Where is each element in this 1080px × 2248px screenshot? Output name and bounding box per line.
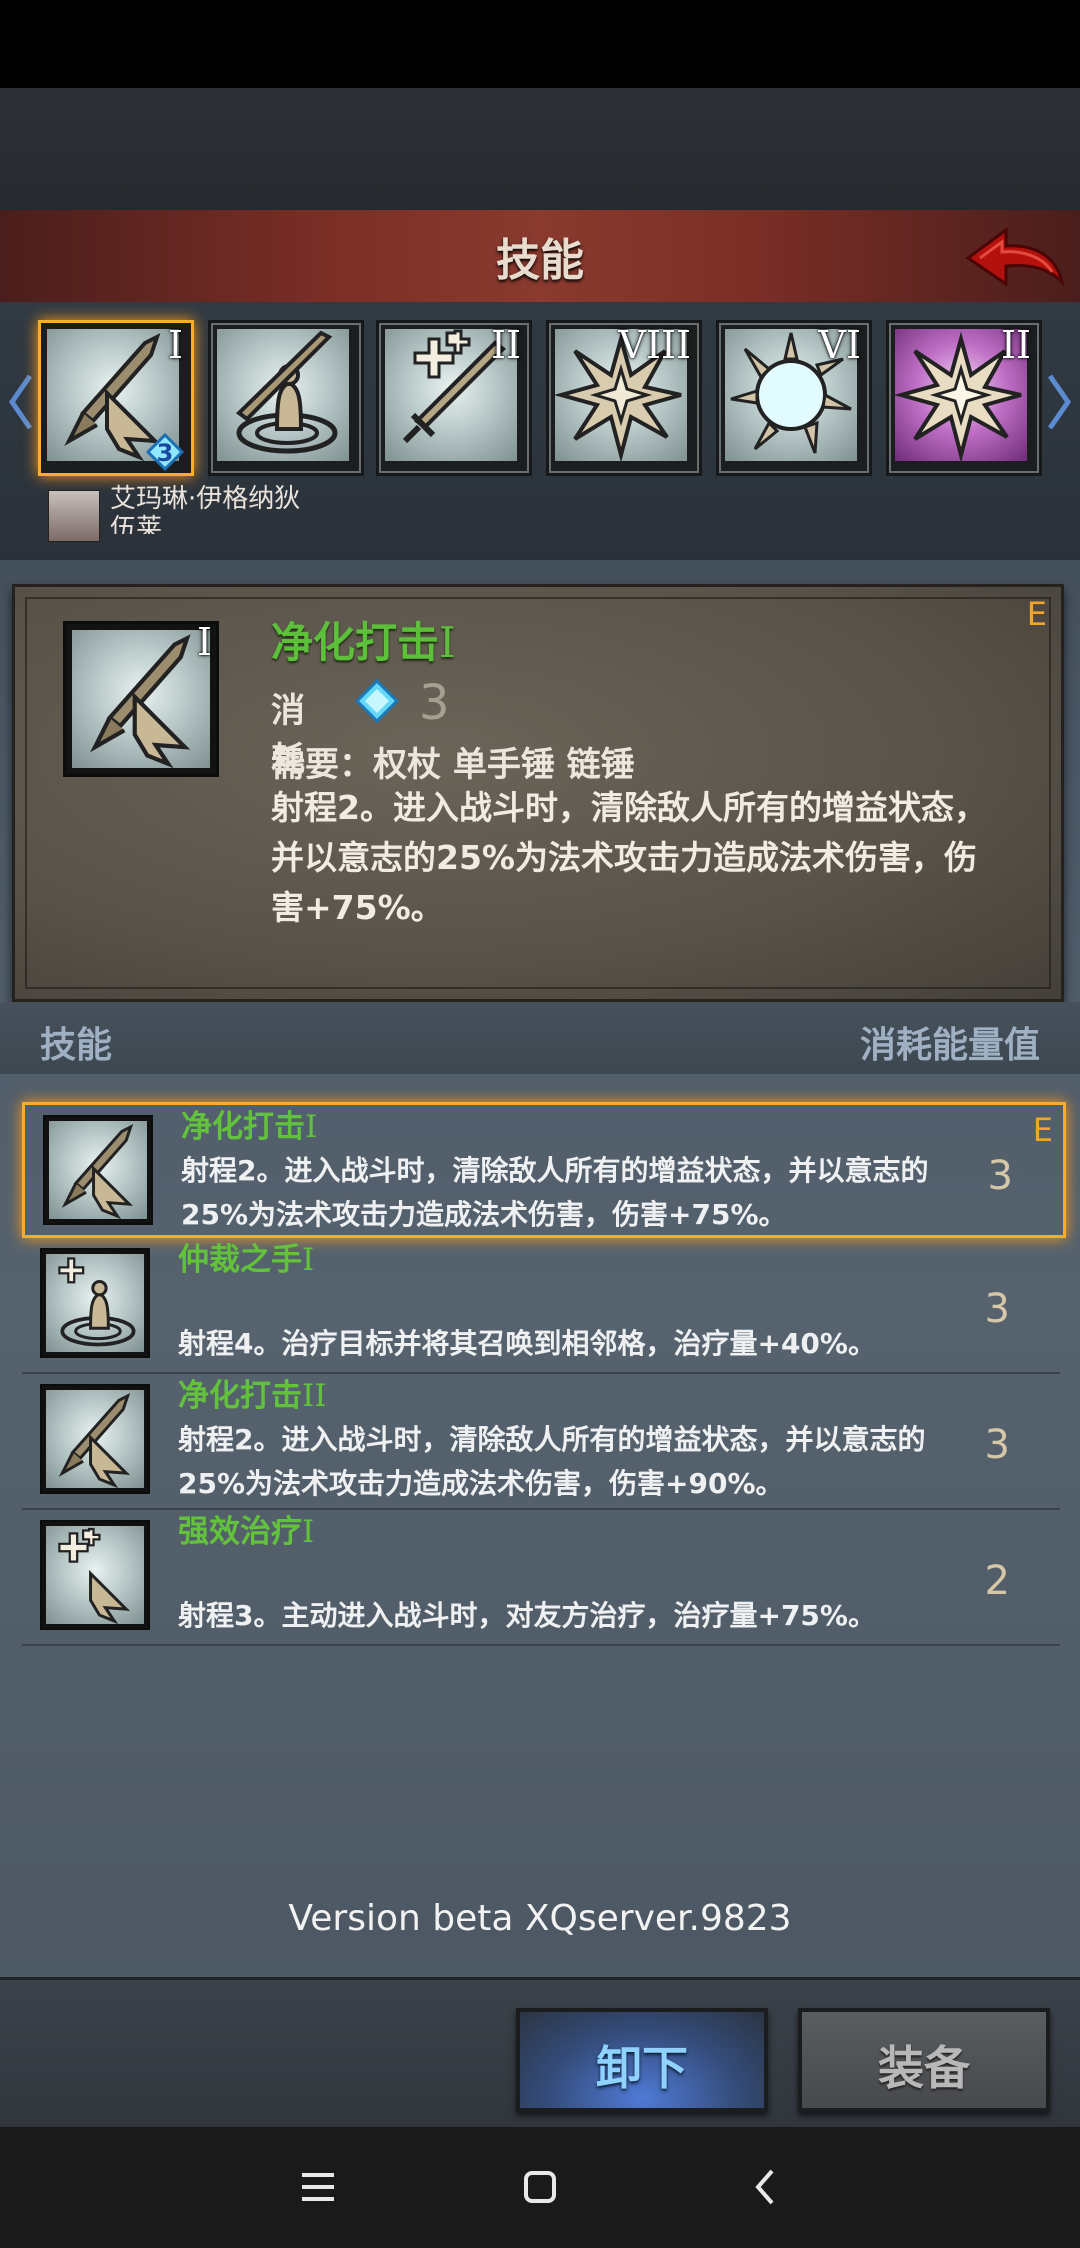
skill-row[interactable]: 净化打击I E 射程2。进入战斗时，清除敌人所有的增益状态，并以意志的25%为法… xyxy=(22,1102,1066,1238)
skill-row[interactable]: 净化打击II 射程2。进入战斗时，清除敌人所有的增益状态，并以意志的25%为法术… xyxy=(22,1374,1060,1510)
detail-description: 射程2。进入战斗时，清除敌人所有的增益状态，并以意志的25%为法术攻击力造成法术… xyxy=(271,788,987,927)
menu-icon[interactable] xyxy=(288,2157,348,2217)
slot-tier: VIII xyxy=(618,323,691,367)
cost-badge-value: 3 xyxy=(156,439,174,467)
skill-slot-bar: I 3 II VIII VI II 艾玛琳·伊格纳狄 伍莱 xyxy=(0,302,1080,560)
skill-row-name: 仲裁之手I xyxy=(178,1242,315,1278)
skill-row-name: 强效治疗I xyxy=(178,1514,315,1550)
hand-summon-icon xyxy=(40,1248,150,1358)
skill-row-cost: 2 xyxy=(984,1558,1010,1604)
skill-row-cost: 3 xyxy=(987,1153,1013,1199)
detail-skill-name: 净化打击I xyxy=(271,618,456,667)
back-icon[interactable] xyxy=(736,2157,796,2217)
skill-slot-2[interactable] xyxy=(208,320,364,476)
cost-value: 3 xyxy=(419,675,450,731)
energy-gem-icon xyxy=(354,678,400,724)
detail-skill-icon: I xyxy=(63,620,219,777)
scroll-right-icon[interactable] xyxy=(1046,372,1072,432)
slot-tier: II xyxy=(490,323,521,367)
header-cost-label: 消耗能量值 xyxy=(859,1025,1040,1066)
requirement-text: 需要：权杖 单手锤 链锤 xyxy=(271,745,635,785)
skill-row[interactable]: 仲裁之手I 射程4。治疗目标并将其召唤到相邻格，治疗量+40%。 3 xyxy=(22,1238,1060,1374)
skill-row-desc: 射程2。进入战斗时，清除敌人所有的增益状态，并以意志的25%为法术攻击力造成法术… xyxy=(178,1423,926,1500)
skill-row-desc: 射程3。主动进入战斗时，对友方治疗，治疗量+75%。 xyxy=(178,1599,876,1632)
main-panel: I 3 II VIII VI II 艾玛琳·伊格纳狄 伍莱 I 净化打击I E … xyxy=(0,302,1080,2130)
detail-grade: E xyxy=(1026,595,1047,633)
title-bar: 技能 xyxy=(0,210,1080,305)
header-skill-label: 技能 xyxy=(40,1025,113,1066)
cross-heal-icon xyxy=(40,1520,150,1630)
status-bar xyxy=(0,0,1080,88)
skill-row-name: 净化打击I xyxy=(181,1109,318,1145)
skill-slot-4[interactable]: VIII xyxy=(546,320,702,476)
character-row[interactable]: 艾玛琳·伊格纳狄 伍莱 xyxy=(44,484,1044,542)
skill-row-desc: 射程2。进入战斗时，清除敌人所有的增益状态，并以意志的25%为法术攻击力造成法术… xyxy=(181,1154,929,1231)
slot-tier: VI xyxy=(818,323,861,367)
cost-badge: 3 xyxy=(145,432,185,472)
equip-button[interactable]: 装备 xyxy=(798,2008,1050,2112)
back-arrow-icon[interactable] xyxy=(960,214,1070,298)
unequip-label: 卸下 xyxy=(596,2041,688,2095)
skill-list-header: 技能 消耗能量值 xyxy=(0,1002,1080,1074)
skill-slot-3[interactable]: II xyxy=(376,320,532,476)
skill-row[interactable]: 强效治疗I 射程3。主动进入战斗时，对友方治疗，治疗量+75%。 2 xyxy=(22,1510,1060,1646)
spear-strike-icon xyxy=(43,1115,153,1225)
skill-slot-6[interactable]: II xyxy=(886,320,1042,476)
version-text: Version beta XQserver.9823 xyxy=(288,1898,792,1939)
skill-row-desc: 射程4。治疗目标并将其召唤到相邻格，治疗量+40%。 xyxy=(178,1327,876,1360)
avatar xyxy=(48,490,100,542)
skill-row-grade: E xyxy=(1032,1111,1053,1149)
skill-row-name: 净化打击II xyxy=(178,1378,327,1414)
home-icon[interactable] xyxy=(510,2157,570,2217)
skill-row-cost: 3 xyxy=(984,1422,1010,1468)
action-bar: 卸下 装备 xyxy=(0,1977,1080,2130)
slot-tier: II xyxy=(1000,323,1031,367)
scroll-left-icon[interactable] xyxy=(8,372,34,432)
equip-label: 装备 xyxy=(878,2041,970,2095)
spear-strike-icon xyxy=(72,630,210,769)
spear-strike-icon xyxy=(40,1384,150,1494)
sword-summon-icon xyxy=(217,329,349,461)
skill-detail-panel: I 净化打击I E 消耗 3 需要：权杖 单手锤 链锤 射程2。进入战斗时，清除… xyxy=(12,584,1064,1002)
unequip-button[interactable]: 卸下 xyxy=(516,2008,768,2112)
top-backdrop xyxy=(0,88,1080,210)
system-nav-bar xyxy=(0,2127,1080,2248)
skill-slot-1[interactable]: I 3 xyxy=(38,320,194,476)
skill-slot-5[interactable]: VI xyxy=(716,320,872,476)
character-name: 艾玛琳·伊格纳狄 伍莱 xyxy=(110,484,301,534)
detail-icon-tier: I xyxy=(196,620,212,664)
page-title: 技能 xyxy=(496,235,584,286)
skill-row-cost: 3 xyxy=(984,1286,1010,1332)
slot-tier: I xyxy=(167,323,183,367)
